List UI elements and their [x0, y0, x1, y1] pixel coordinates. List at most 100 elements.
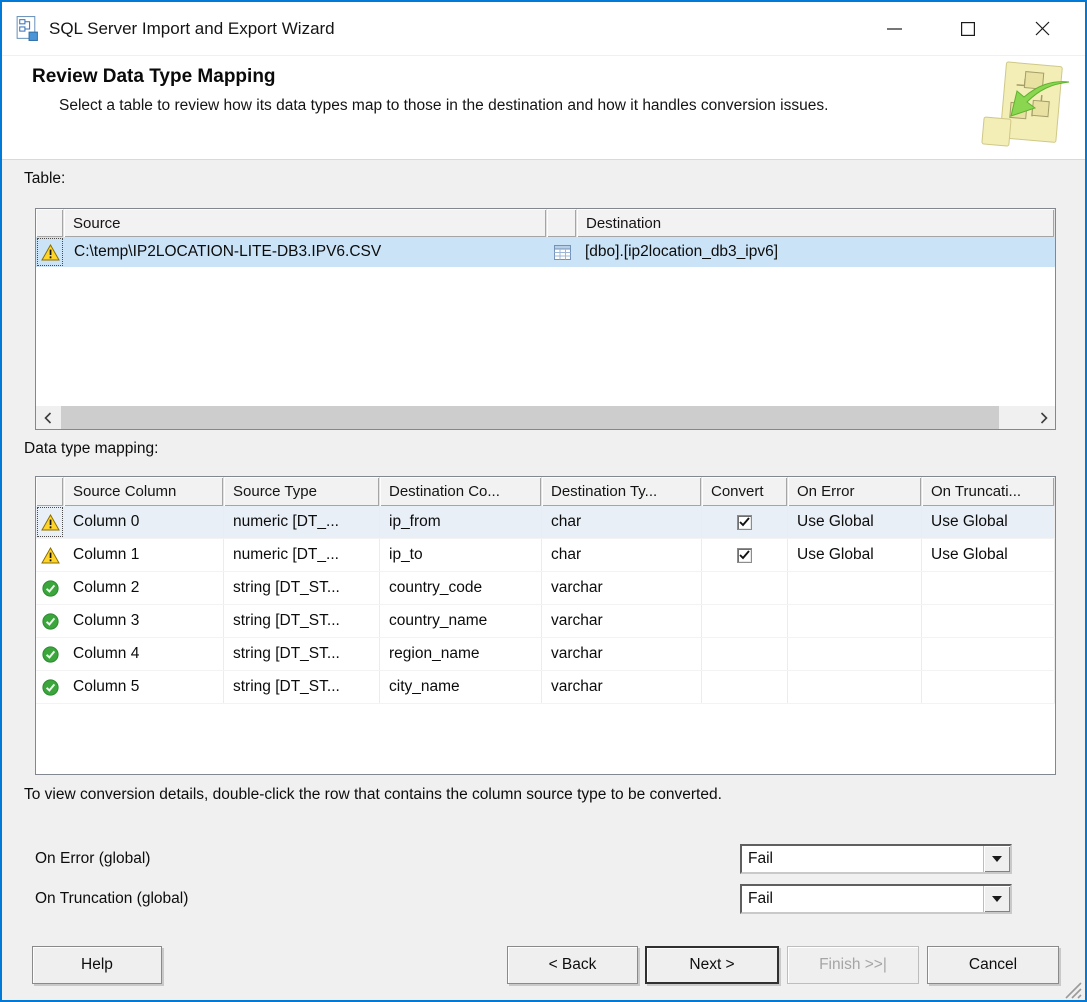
caret-down-icon	[992, 896, 1002, 902]
mapping-row[interactable]: Column 0 numeric [DT_... ip_from char Us…	[36, 506, 1055, 539]
convert-cell[interactable]	[702, 638, 788, 670]
convert-cell[interactable]	[702, 605, 788, 637]
on-error-global-select[interactable]: Fail	[740, 844, 1012, 874]
destination-type-cell: varchar	[542, 572, 702, 604]
scrollbar-track[interactable]	[59, 406, 1032, 429]
success-icon	[42, 580, 59, 597]
conversion-hint: To view conversion details, double-click…	[24, 786, 722, 804]
window-title: SQL Server Import and Export Wizard	[49, 19, 335, 39]
on-truncation-cell[interactable]: Use Global	[922, 539, 1055, 571]
table-header-source[interactable]: Source	[64, 209, 547, 237]
row-status-cell	[36, 638, 64, 670]
table-header-spacer[interactable]	[547, 209, 577, 237]
row-status-cell	[36, 539, 64, 571]
minimize-button[interactable]	[857, 2, 931, 55]
check-icon	[739, 517, 750, 527]
destination-icon-cell	[547, 245, 577, 260]
mapping-row[interactable]: Column 2 string [DT_ST... country_code v…	[36, 572, 1055, 605]
on-truncation-cell[interactable]	[922, 572, 1055, 604]
grid-header-source-column[interactable]: Source Column	[64, 477, 224, 506]
source-column-cell: Column 3	[64, 605, 224, 637]
next-button[interactable]: Next >	[645, 946, 779, 984]
page-title: Review Data Type Mapping	[32, 66, 276, 88]
destination-column-cell: country_name	[380, 605, 542, 637]
grid-header-status[interactable]	[36, 477, 64, 506]
on-truncation-global-select[interactable]: Fail	[740, 884, 1012, 914]
grid-header-destination-type[interactable]: Destination Ty...	[542, 477, 702, 506]
table-header-destination[interactable]: Destination	[577, 209, 1055, 237]
grid-header-convert[interactable]: Convert	[702, 477, 788, 506]
mapping-row[interactable]: Column 5 string [DT_ST... city_name varc…	[36, 671, 1055, 704]
table-row[interactable]: C:\temp\IP2LOCATION-LITE-DB3.IPV6.CSV [d…	[36, 237, 1055, 267]
destination-type-cell: varchar	[542, 638, 702, 670]
on-truncation-dropdown-button[interactable]	[983, 886, 1010, 912]
destination-type-cell: char	[542, 506, 702, 538]
grid-header-destination-column[interactable]: Destination Co...	[380, 477, 542, 506]
on-truncation-cell[interactable]	[922, 638, 1055, 670]
mapping-row[interactable]: Column 4 string [DT_ST... region_name va…	[36, 638, 1055, 671]
on-error-cell[interactable]: Use Global	[788, 539, 922, 571]
warning-icon	[41, 244, 60, 261]
source-type-cell: numeric [DT_...	[224, 506, 380, 538]
convert-checkbox[interactable]	[737, 548, 752, 563]
grid-header-source-type[interactable]: Source Type	[224, 477, 380, 506]
scroll-left-button[interactable]	[36, 406, 59, 429]
success-icon	[42, 646, 59, 663]
caret-down-icon	[992, 856, 1002, 862]
source-type-cell: string [DT_ST...	[224, 671, 380, 703]
wizard-app-icon	[14, 15, 40, 42]
destination-type-cell: varchar	[542, 605, 702, 637]
on-error-cell[interactable]	[788, 572, 922, 604]
source-type-cell: string [DT_ST...	[224, 572, 380, 604]
convert-cell[interactable]	[702, 506, 788, 538]
scroll-right-button[interactable]	[1032, 406, 1055, 429]
title-bar: SQL Server Import and Export Wizard	[2, 2, 1085, 56]
cancel-button[interactable]: Cancel	[927, 946, 1059, 984]
convert-cell[interactable]	[702, 539, 788, 571]
source-type-cell: numeric [DT_...	[224, 539, 380, 571]
convert-cell[interactable]	[702, 671, 788, 703]
convert-checkbox[interactable]	[737, 515, 752, 530]
on-error-dropdown-button[interactable]	[983, 846, 1010, 872]
on-error-cell[interactable]	[788, 638, 922, 670]
table-icon	[554, 245, 571, 260]
warning-icon	[41, 547, 60, 564]
destination-column-cell: ip_from	[380, 506, 542, 538]
mapping-row[interactable]: Column 3 string [DT_ST... country_name v…	[36, 605, 1055, 638]
on-error-cell[interactable]	[788, 605, 922, 637]
data-mapping-icon	[967, 60, 1071, 156]
wizard-body: Table: Source Destination C:\temp\IP2LOC…	[2, 160, 1085, 1000]
on-truncation-cell[interactable]	[922, 605, 1055, 637]
on-error-global-value: Fail	[742, 846, 983, 872]
grid-header-on-error[interactable]: On Error	[788, 477, 922, 506]
maximize-icon	[961, 22, 975, 36]
close-button[interactable]	[1005, 2, 1079, 55]
help-button[interactable]: Help	[32, 946, 162, 984]
source-column-cell: Column 2	[64, 572, 224, 604]
horizontal-scrollbar[interactable]	[36, 406, 1055, 429]
table-label: Table:	[24, 170, 65, 188]
grid-header-on-truncation[interactable]: On Truncati...	[922, 477, 1055, 506]
on-error-cell[interactable]	[788, 671, 922, 703]
finish-button: Finish >>|	[787, 946, 919, 984]
wizard-step-header: Review Data Type Mapping Select a table …	[2, 56, 1085, 160]
source-file-path: C:\temp\IP2LOCATION-LITE-DB3.IPV6.CSV	[64, 243, 547, 261]
mapping-row[interactable]: Column 1 numeric [DT_... ip_to char Use …	[36, 539, 1055, 572]
row-status-cell	[36, 572, 64, 604]
chevron-left-icon	[44, 412, 52, 424]
scrollbar-thumb[interactable]	[61, 406, 999, 429]
destination-type-cell: varchar	[542, 671, 702, 703]
row-status-cell	[36, 671, 64, 703]
on-truncation-cell[interactable]	[922, 671, 1055, 703]
resize-grip-icon[interactable]	[1062, 979, 1082, 999]
on-truncation-cell[interactable]: Use Global	[922, 506, 1055, 538]
source-column-cell: Column 1	[64, 539, 224, 571]
success-icon	[42, 679, 59, 696]
maximize-button[interactable]	[931, 2, 1005, 55]
convert-cell[interactable]	[702, 572, 788, 604]
source-column-cell: Column 5	[64, 671, 224, 703]
table-list: Source Destination C:\temp\IP2LOCATION-L…	[35, 208, 1056, 430]
back-button[interactable]: < Back	[507, 946, 638, 984]
table-header-status[interactable]	[36, 209, 64, 237]
on-error-cell[interactable]: Use Global	[788, 506, 922, 538]
